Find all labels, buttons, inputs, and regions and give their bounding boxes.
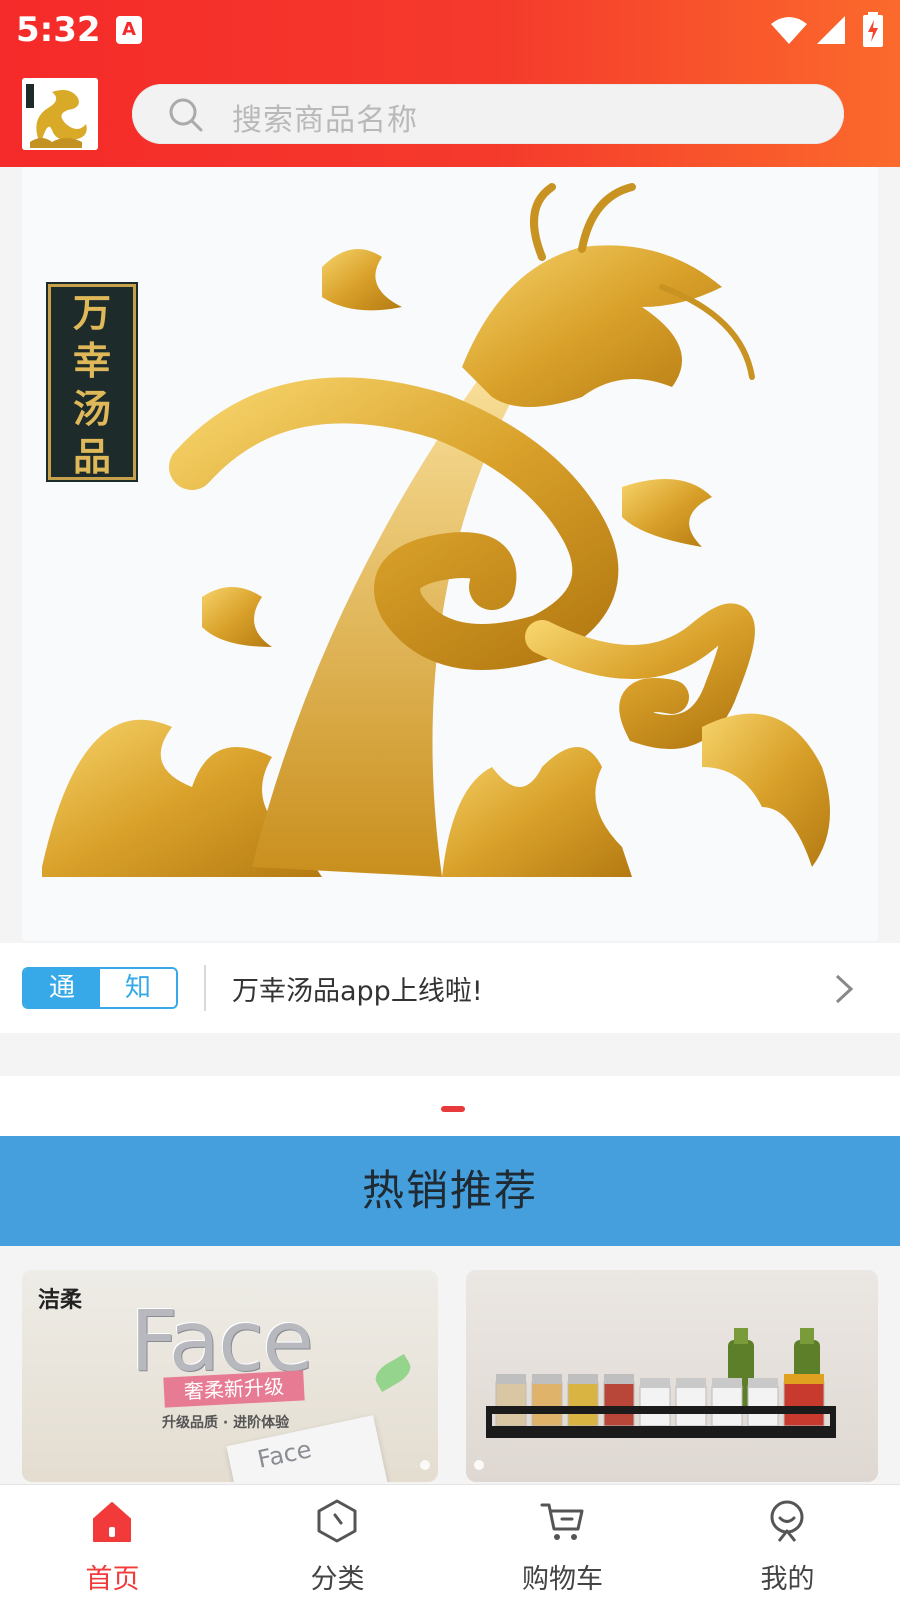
category-icon	[317, 1499, 357, 1543]
card-pager-dot	[474, 1460, 484, 1470]
product-ribbon: 奢柔新升级	[163, 1370, 305, 1408]
notice-tag: 通 知	[22, 967, 178, 1009]
product-slogan: 升级品质 · 进阶体验	[162, 1415, 290, 1431]
notification-icon: A	[116, 16, 142, 44]
status-time: 5:32	[16, 10, 101, 50]
spice-rack-image	[486, 1328, 836, 1438]
divider	[204, 965, 206, 1011]
nav-label: 分类	[310, 1564, 365, 1595]
battery-icon	[863, 12, 883, 47]
app-header: 5:32 A 搜索商品名称	[0, 0, 900, 167]
notice-message[interactable]: 万幸汤品app上线啦!	[232, 969, 483, 1008]
dragon-logo-icon	[22, 78, 98, 150]
page-indicator-strip	[0, 1076, 900, 1136]
search-icon	[169, 98, 203, 132]
nav-item-profile[interactable]: 我的	[675, 1485, 900, 1600]
app-logo[interactable]	[22, 78, 98, 150]
nav-label: 首页	[85, 1564, 140, 1595]
search-placeholder: 搜索商品名称	[232, 103, 418, 138]
page-indicator-active	[441, 1106, 465, 1112]
search-bar[interactable]: 搜索商品名称	[132, 84, 844, 144]
status-bar: 5:32 A	[0, 0, 900, 62]
tissue-box-label: Face	[254, 1435, 314, 1474]
leaf-decoration	[371, 1353, 415, 1393]
notice-tag-right: 知	[100, 969, 176, 1007]
chevron-right-icon[interactable]	[834, 973, 854, 1005]
notice-tag-left: 通	[24, 969, 100, 1007]
hot-sale-section-header: 热销推荐	[0, 1136, 900, 1246]
nav-item-category[interactable]: 分类	[225, 1485, 450, 1600]
golden-dragon-image	[42, 183, 830, 877]
product-card[interactable]	[466, 1270, 878, 1482]
profile-icon	[770, 1500, 804, 1542]
home-icon	[93, 1502, 131, 1542]
nav-item-cart[interactable]: 购物车	[450, 1485, 675, 1600]
section-title: 热销推荐	[361, 1166, 538, 1215]
nav-label: 购物车	[522, 1564, 603, 1595]
card-pager-dot	[420, 1460, 430, 1470]
notice-bar[interactable]: 通 知 万幸汤品app上线啦!	[0, 943, 900, 1033]
wifi-icon	[771, 17, 807, 44]
product-brand: 洁柔	[38, 1288, 83, 1313]
banner-carousel[interactable]: 万 幸 汤 品	[22, 167, 878, 941]
cart-icon	[540, 1503, 584, 1540]
nav-label: 我的	[760, 1564, 815, 1595]
signal-icon	[817, 16, 845, 44]
product-card[interactable]: 洁柔 Face 奢柔新升级 升级品质 · 进阶体验 Face	[22, 1270, 438, 1482]
nav-item-home[interactable]: 首页	[0, 1485, 225, 1600]
bottom-navigation: 首页 分类 购物车 我的	[0, 1484, 900, 1600]
